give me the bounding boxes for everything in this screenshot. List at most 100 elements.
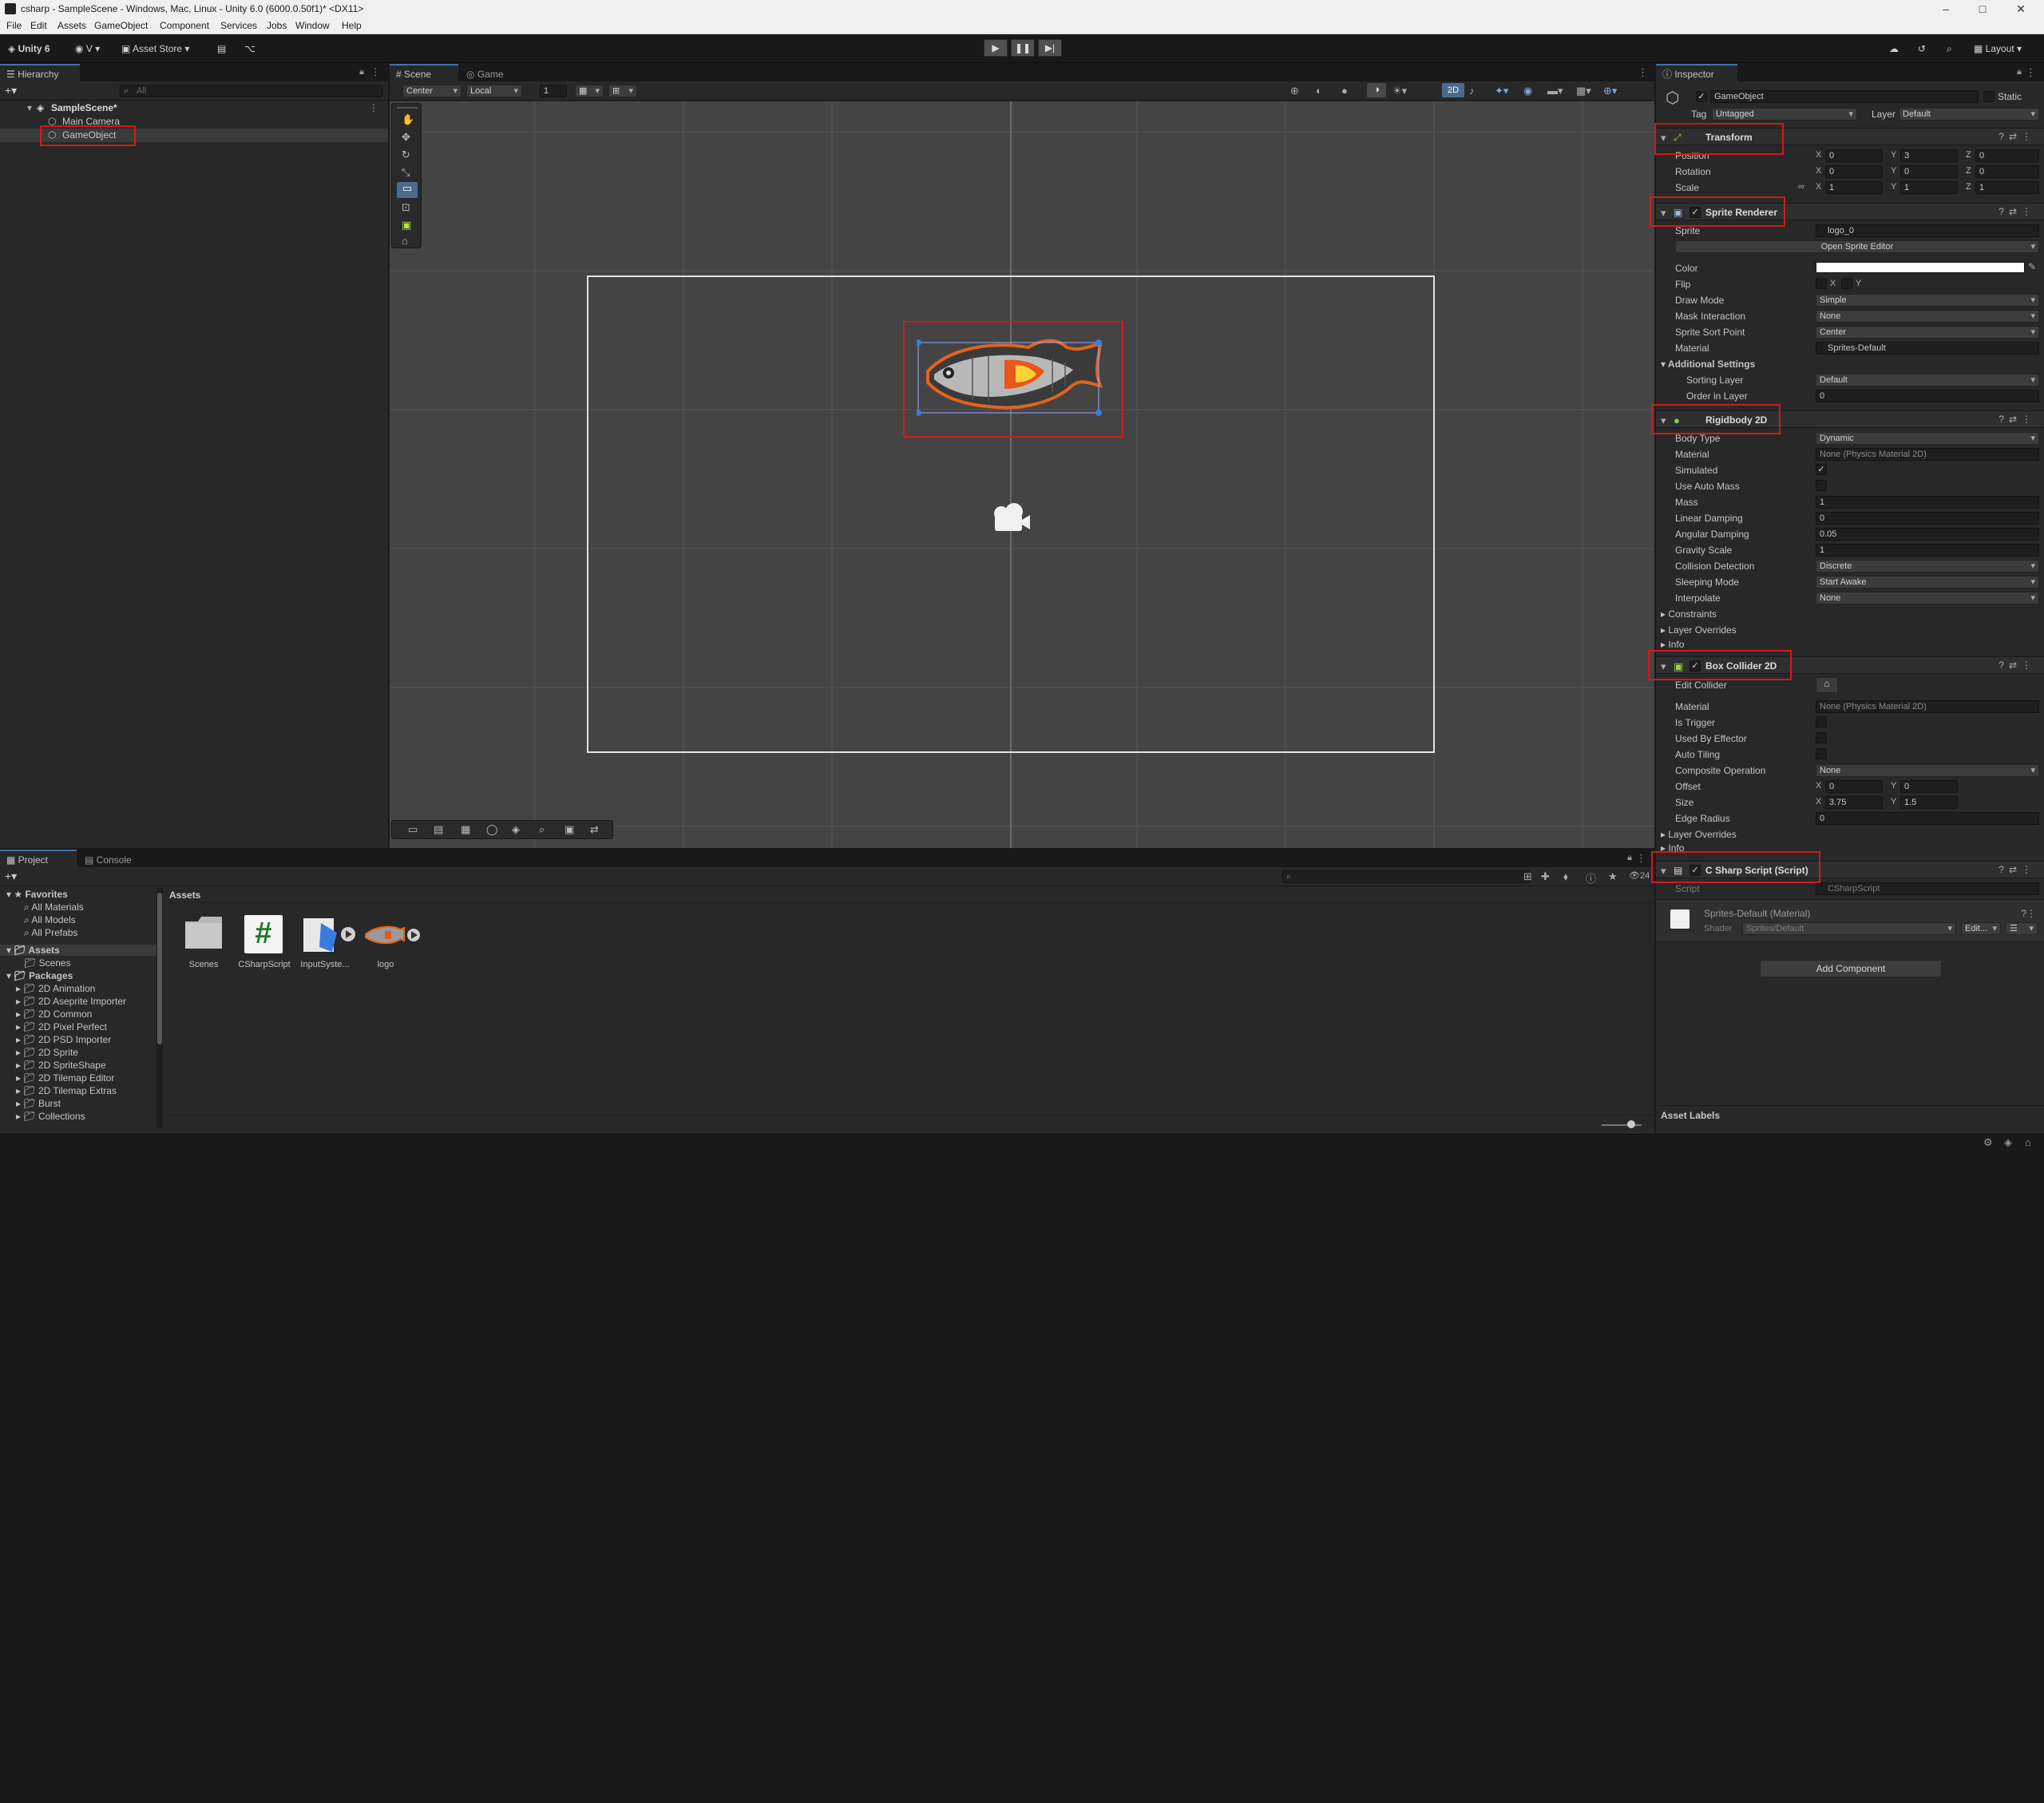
- rotation-x-field[interactable]: 0: [1825, 165, 1883, 178]
- position-z-field[interactable]: 0: [1975, 149, 2039, 162]
- flip-y-checkbox[interactable]: [1841, 278, 1852, 289]
- package-item[interactable]: ▸ 📁︎ 2D SpriteShape: [16, 1060, 106, 1071]
- simulated-checkbox[interactable]: ✓: [1816, 464, 1827, 475]
- packages-folder[interactable]: ▾ 📁︎ Packages: [6, 970, 73, 981]
- rotation-y-field[interactable]: 0: [1900, 165, 1958, 178]
- scale-y-field[interactable]: 1: [1900, 181, 1958, 194]
- shader-dropdown[interactable]: Sprites/Default: [1742, 922, 1956, 935]
- order-in-layer-field[interactable]: 0: [1816, 390, 2039, 402]
- rotate-tool-icon[interactable]: ↻: [402, 149, 410, 161]
- history-icon[interactable]: ↺: [1918, 40, 1926, 57]
- menu-component[interactable]: Component: [160, 20, 209, 31]
- edge-radius-field[interactable]: 0: [1816, 812, 2039, 825]
- package-item[interactable]: ▸ 📁︎ 2D Sprite: [16, 1047, 78, 1058]
- sleeping-mode-dropdown[interactable]: Start Awake: [1816, 576, 2039, 588]
- add-object-button[interactable]: +▾: [5, 84, 17, 97]
- grid-size-field[interactable]: 1: [540, 85, 567, 97]
- shading-lit-icon[interactable]: ◑: [1367, 83, 1386, 97]
- angular-damping-field[interactable]: 0.05: [1816, 528, 2039, 541]
- csharp-script-icon[interactable]: #: [244, 915, 283, 953]
- zoom-icon[interactable]: ⌕: [539, 823, 545, 836]
- component-actions-icon[interactable]: ?⇄⋮: [1998, 414, 2036, 425]
- open-sprite-editor-button[interactable]: Open Sprite Editor: [1675, 240, 2039, 253]
- constraints-foldout[interactable]: ▸ Constraints: [1661, 608, 1717, 620]
- create-asset-button[interactable]: +▾: [5, 870, 17, 883]
- tag-icon[interactable]: ⬧: [1563, 870, 1568, 883]
- mass-field[interactable]: 1: [1816, 496, 2039, 509]
- used-by-effector-checkbox[interactable]: [1816, 732, 1827, 743]
- grid-snap-dropdown[interactable]: ▦: [575, 85, 604, 97]
- account-button[interactable]: ◉ V ▾: [75, 40, 100, 57]
- material-actions-icon[interactable]: ?⋮: [2021, 908, 2036, 919]
- package-item[interactable]: ▸ 📁︎ 2D Animation: [16, 983, 95, 994]
- hierarchy-search-input[interactable]: ⌕ All: [120, 85, 383, 97]
- zoom-slider[interactable]: [1602, 1124, 1642, 1126]
- scene-menu-icon[interactable]: ⋮: [369, 101, 378, 115]
- collab-icon[interactable]: ▤: [217, 40, 226, 57]
- component-actions-icon[interactable]: ?⇄⋮: [1998, 660, 2036, 671]
- layout-dropdown[interactable]: ▦ Layout ▾: [1974, 40, 2022, 57]
- favorite-item[interactable]: ⌕ All Prefabs: [24, 927, 77, 939]
- sorting-layer-dropdown[interactable]: Default: [1816, 374, 2039, 386]
- unity-version-button[interactable]: ◈ Unity 6: [8, 40, 50, 57]
- menu-window[interactable]: Window: [295, 20, 330, 31]
- rb-material-field[interactable]: None (Physics Material 2D): [1816, 448, 2039, 461]
- rect-select-icon[interactable]: ▭: [408, 823, 418, 836]
- project-search-input[interactable]: ⌕: [1282, 870, 1530, 883]
- status-icon[interactable]: ⚙: [1983, 1136, 1993, 1149]
- lock-icon[interactable]: 🔒︎: [359, 67, 364, 77]
- favorite-item[interactable]: ⌕ All Materials: [24, 902, 84, 913]
- move-tool-icon[interactable]: ✥: [402, 131, 410, 144]
- snap-dropdown[interactable]: ⊞: [608, 85, 637, 97]
- grid-select-icon[interactable]: ▤: [434, 823, 443, 836]
- component-actions-icon[interactable]: ?⇄⋮: [1998, 131, 2036, 142]
- package-item[interactable]: ▸ 📁︎ 2D PSD Importer: [16, 1034, 111, 1045]
- pivot-dropdown[interactable]: Center: [402, 85, 461, 97]
- is-trigger-checkbox[interactable]: [1816, 716, 1827, 727]
- package-item[interactable]: ▸ 📁︎ 2D Aseprite Importer: [16, 996, 126, 1007]
- component-actions-icon[interactable]: ?⇄⋮: [1998, 864, 2036, 875]
- close-icon[interactable]: ✕: [2002, 0, 2039, 18]
- space-dropdown[interactable]: Local: [466, 85, 522, 97]
- pause-button[interactable]: ❚❚: [1011, 39, 1035, 57]
- active-checkbox[interactable]: ✓: [1696, 91, 1707, 102]
- favorite-item[interactable]: ⌕ All Models: [24, 914, 76, 926]
- sort-point-dropdown[interactable]: Center: [1816, 326, 2039, 339]
- tab-scene[interactable]: # Scene: [390, 64, 458, 81]
- package-item[interactable]: ▸ 📁︎ 2D Common: [16, 1008, 92, 1020]
- lock-icon[interactable]: 🔒︎: [1627, 853, 1632, 863]
- size-x-field[interactable]: 3.75: [1825, 796, 1883, 809]
- composite-dropdown[interactable]: None: [1816, 764, 2039, 777]
- asset-store-button[interactable]: ▣ Asset Store ▾: [121, 40, 189, 57]
- play-button[interactable]: ▶: [984, 39, 1008, 57]
- bc-layer-overrides-foldout[interactable]: ▸ Layer Overrides: [1661, 829, 1737, 840]
- shading-wire-icon[interactable]: ◐: [1316, 85, 1322, 97]
- additional-settings-foldout[interactable]: ▾ Additional Settings: [1661, 359, 1755, 370]
- package-item[interactable]: ▸ 📁︎ Collections: [16, 1111, 85, 1122]
- scale-x-field[interactable]: 1: [1825, 181, 1883, 194]
- cloud-icon[interactable]: ☁: [1889, 40, 1899, 57]
- scene-row[interactable]: ▾ ◈ SampleScene* ⋮: [0, 101, 388, 115]
- lock-icon[interactable]: 🔒︎: [2017, 67, 2022, 77]
- gizmos-icon[interactable]: ⊕▾: [1603, 85, 1617, 97]
- tag-dropdown[interactable]: Untagged: [1712, 108, 1857, 121]
- logo-sprite-icon[interactable]: [364, 923, 422, 947]
- linear-damping-field[interactable]: 0: [1816, 512, 2039, 525]
- edit-collider-button[interactable]: ⌂: [1816, 677, 1838, 693]
- camera-icon[interactable]: ▬▾: [1547, 85, 1563, 97]
- component-actions-icon[interactable]: ?⇄⋮: [1998, 206, 2036, 217]
- package-item[interactable]: ▸ 📁︎ 2D Tilemap Editor: [16, 1072, 114, 1084]
- folder-icon[interactable]: [184, 1766, 222, 1803]
- add-component-button[interactable]: Add Component: [1760, 960, 1942, 977]
- object-name-field[interactable]: GameObject: [1710, 90, 1979, 103]
- package-item[interactable]: ▸ 📁︎ 2D Pixel Perfect: [16, 1021, 107, 1032]
- version-control-icon[interactable]: ⌥: [244, 40, 256, 57]
- position-x-field[interactable]: 0: [1825, 149, 1883, 162]
- package-item[interactable]: ▸ 📁︎ 2D Tilemap Extras: [16, 1085, 117, 1096]
- search-icon[interactable]: ⌕: [1947, 40, 1952, 57]
- audio-icon[interactable]: ♪: [1469, 85, 1475, 97]
- info-icon[interactable]: ⓘ: [1586, 870, 1596, 886]
- tree-scrollbar[interactable]: [156, 888, 163, 1127]
- rotation-z-field[interactable]: 0: [1975, 165, 2039, 178]
- status-icon[interactable]: ◈: [2004, 1136, 2012, 1149]
